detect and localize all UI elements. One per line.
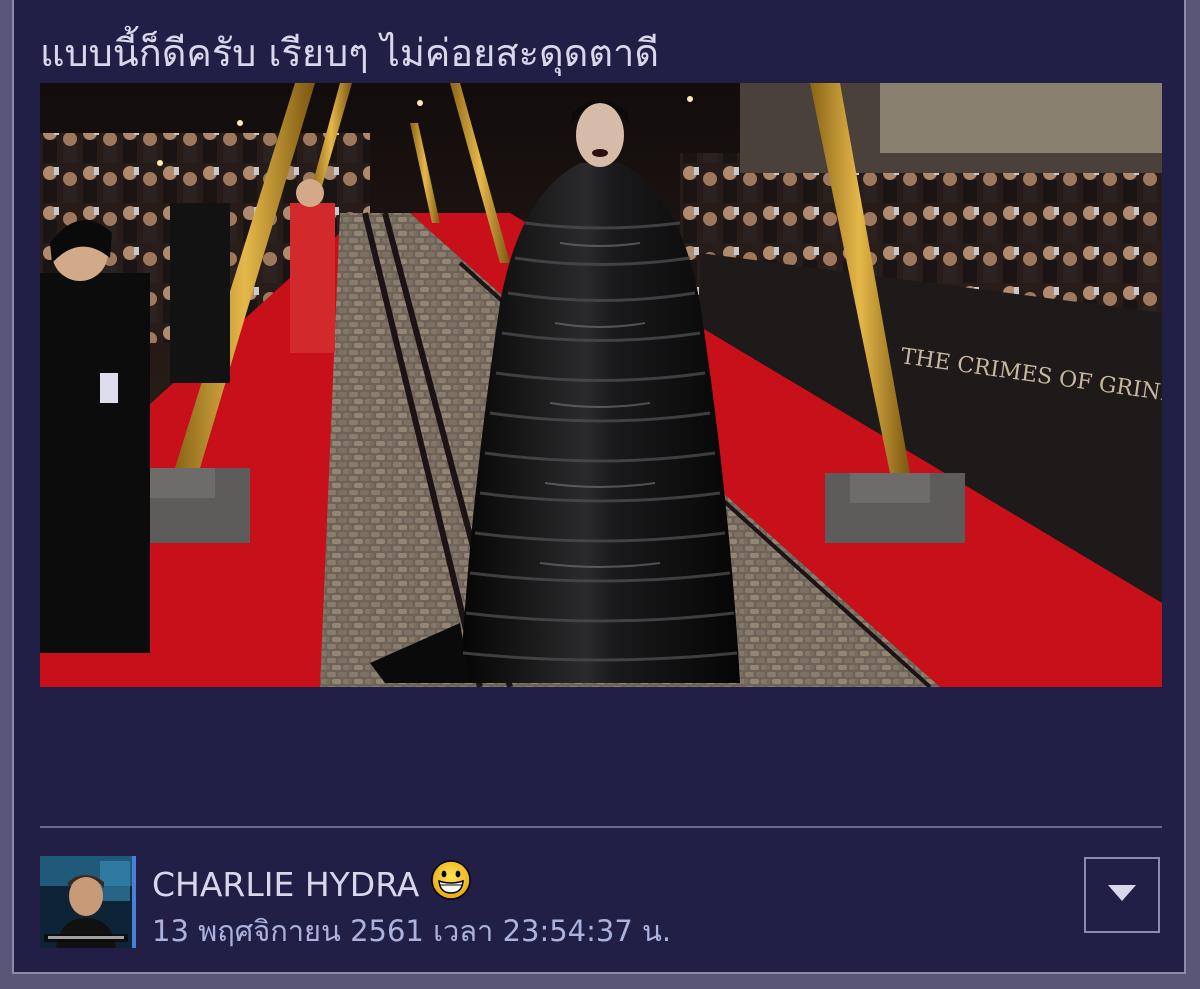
post-menu-button[interactable] bbox=[1084, 857, 1160, 933]
comment-text: แบบนี้ก็ดีครับ เรียบๆ ไม่ค่อยสะดุดตาดี bbox=[40, 31, 660, 75]
photo-illustration: THE CRIMES OF GRINDELWALD bbox=[40, 83, 1162, 687]
post-timestamp: 13 พฤศจิกายน 2561 เวลา 23:54:37 น. bbox=[152, 914, 672, 948]
avatar-image bbox=[40, 856, 132, 948]
avatar[interactable] bbox=[40, 856, 132, 948]
author-line: CHARLIE HYDRA bbox=[152, 860, 472, 908]
comment-post: แบบนี้ก็ดีครับ เรียบๆ ไม่ค่อยสะดุดตาดี T… bbox=[12, 0, 1186, 974]
caret-down-icon bbox=[1108, 885, 1136, 905]
author-name[interactable]: CHARLIE HYDRA bbox=[152, 865, 419, 904]
red-carpet-photo[interactable]: THE CRIMES OF GRINDELWALD bbox=[40, 83, 1162, 687]
grinning-face-icon bbox=[431, 860, 472, 908]
avatar-accent-bar bbox=[132, 856, 136, 948]
divider bbox=[40, 826, 1162, 828]
